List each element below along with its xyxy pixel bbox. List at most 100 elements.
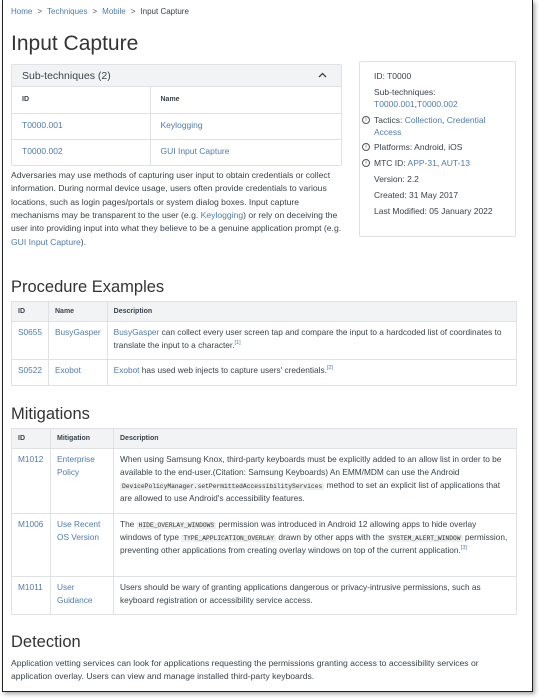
breadcrumb-current: Input Capture xyxy=(140,7,189,16)
procedure-desc-text: has used web injects to capture users' c… xyxy=(139,365,327,375)
col-description-header: Description xyxy=(113,428,517,449)
citation-link[interactable]: [3] xyxy=(461,545,467,551)
procedure-desc-link[interactable]: BusyGasper xyxy=(114,327,160,337)
info-icon[interactable]: i xyxy=(362,115,370,124)
subtechniques-panel: Sub-techniques (2) ID Name T0000.001 Key… xyxy=(11,64,342,166)
mitigation-desc-text: The xyxy=(120,519,137,529)
procedure-desc-link[interactable]: Exobot xyxy=(114,365,140,375)
mitigation-description: When using Samsung Knox, third-party key… xyxy=(113,448,517,514)
card-modified-label: Last Modified: xyxy=(374,206,427,217)
breadcrumb-home-link[interactable]: Home xyxy=(11,7,32,16)
col-description-header: Description xyxy=(107,301,517,322)
code-snippet: TYPE_APPLICATION_OVERLAY xyxy=(181,534,277,542)
keylogging-link[interactable]: Keylogging xyxy=(201,210,244,220)
table-row: T0000.001 Keylogging xyxy=(12,113,341,140)
card-id-label: ID: xyxy=(374,71,385,81)
mitigation-desc-text: drawn by other apps with the xyxy=(276,531,387,542)
mitigation-description: Users should be wary of granting applica… xyxy=(114,577,517,615)
col-id-header: ID xyxy=(11,428,51,449)
breadcrumb-separator: > xyxy=(37,7,43,16)
procedure-examples-table: ID Name Description S0655 BusyGasper Bus… xyxy=(11,301,517,386)
mitigation-id-link[interactable]: M1006 xyxy=(18,519,43,529)
procedure-name-link[interactable]: Exobot xyxy=(55,365,81,375)
mtc-id-link[interactable]: AUT-13 xyxy=(441,158,470,168)
card-modified: Last Modified: 05 January 2022 xyxy=(374,206,505,218)
mitigation-name-link[interactable]: User Guidance xyxy=(57,582,93,605)
procedure-description: Exobot has used web injects to capture u… xyxy=(107,360,516,386)
detection-heading: Detection xyxy=(11,633,81,651)
card-tactics-label: Tactics: xyxy=(374,114,403,125)
info-icon[interactable]: i xyxy=(362,159,370,168)
table-header-row: ID Mitigation Description xyxy=(11,428,517,449)
chevron-up-icon xyxy=(318,69,327,83)
card-version-label: Version: xyxy=(374,174,405,185)
mitigations-table: ID Mitigation Description M1012 Enterpri… xyxy=(11,428,517,615)
mitigation-id-link[interactable]: M1011 xyxy=(18,582,43,592)
code-snippet: HIDE_OVERLAY_WINDOWS xyxy=(136,522,217,529)
breadcrumb-separator: > xyxy=(130,7,136,16)
card-tactics: i Tactics: Collection, Credential Access xyxy=(362,114,505,139)
col-id-header: ID xyxy=(12,87,151,114)
technique-info-card: ID: T0000 Sub-techniques: T0000.001,T0000… xyxy=(359,61,516,237)
subtechnique-name-link[interactable]: GUI Input Capture xyxy=(161,146,230,156)
subtechniques-toggle[interactable]: Sub-techniques (2) xyxy=(12,65,341,87)
technique-description: Adversaries may use methods of capturing… xyxy=(11,169,344,249)
procedure-id-link[interactable]: S0655 xyxy=(18,327,42,337)
subtechnique-id-link[interactable]: T0000.002 xyxy=(22,146,63,156)
card-subtech-link[interactable]: T0000.002 xyxy=(417,99,458,109)
card-created: Created: 31 May 2017 xyxy=(374,190,505,202)
mitigation-desc-text: When using Samsung Knox, third-party key… xyxy=(120,454,502,477)
table-row: M1012 Enterprise Policy When using Samsu… xyxy=(11,448,517,514)
info-icon[interactable]: i xyxy=(362,143,370,152)
subtechnique-name-link[interactable]: Keylogging xyxy=(161,120,203,130)
procedure-id-link[interactable]: S0522 xyxy=(18,365,42,375)
card-subtech-label: Sub-techniques: xyxy=(374,86,436,97)
breadcrumb: Home > Techniques > Mobile > Input Capture xyxy=(11,6,189,17)
breadcrumb-separator: > xyxy=(92,7,98,16)
procedure-name-link[interactable]: BusyGasper xyxy=(55,327,101,337)
page-title: Input Capture xyxy=(11,32,139,55)
table-row: T0000.002 GUI Input Capture xyxy=(12,139,341,165)
card-id: ID: T0000 xyxy=(374,71,505,83)
col-name-header: Name xyxy=(48,301,108,322)
mitigation-description: The HIDE_OVERLAY_WINDOWS permission was … xyxy=(113,513,517,577)
subtechniques-header: Sub-techniques (2) xyxy=(22,70,111,82)
breadcrumb-techniques-link[interactable]: Techniques xyxy=(47,7,87,16)
card-mtc-label: MTC ID: xyxy=(374,158,406,169)
col-name-header: Name xyxy=(150,87,341,114)
card-subtech-link[interactable]: T0000.001 xyxy=(374,99,415,109)
table-row: M1011 User Guidance Users should be wary… xyxy=(11,576,517,615)
page-frame: Home > Techniques > Mobile > Input Capture Inp… xyxy=(2,0,533,692)
card-created-label: Created: xyxy=(374,190,407,201)
card-platforms-label: Platforms: xyxy=(374,142,413,153)
mtc-id-link[interactable]: APP-31 xyxy=(408,158,437,168)
citation-link[interactable]: [1] xyxy=(235,340,241,346)
card-platforms-value: Android, iOS xyxy=(414,142,463,153)
card-subtechniques: Sub-techniques: T0000.001,T0000.002 xyxy=(374,87,505,111)
card-platforms: i Platforms: Android, iOS xyxy=(362,142,505,154)
mitigation-id-link[interactable]: M1012 xyxy=(18,454,43,464)
mitigation-name-link[interactable]: Enterprise Policy xyxy=(57,454,95,477)
card-modified-value: 05 January 2022 xyxy=(429,206,493,217)
procedure-examples-heading: Procedure Examples xyxy=(11,278,165,296)
code-snippet: SYSTEM_ALERT_WINDOW xyxy=(386,534,463,542)
card-mtc-id: i MTC ID: APP-31, AUT-13 xyxy=(362,158,505,170)
table-header-row: ID Name xyxy=(12,87,341,114)
mitigations-heading: Mitigations xyxy=(11,405,90,423)
gui-input-capture-link[interactable]: GUI Input Capture xyxy=(11,237,81,247)
mitigation-name-link[interactable]: Use Recent OS Version xyxy=(57,519,100,542)
card-version-value: 2.2 xyxy=(407,174,419,185)
procedure-description: BusyGasper can collect every user screen… xyxy=(107,321,517,360)
card-created-value: 31 May 2017 xyxy=(408,190,459,201)
col-id-header: ID xyxy=(11,301,49,322)
table-row: S0655 BusyGasper BusyGasper can collect … xyxy=(11,321,517,360)
subtechniques-table: ID Name T0000.001 Keylogging T0000.002 G… xyxy=(12,87,341,165)
card-version: Version: 2.2 xyxy=(374,174,505,186)
card-id-value: T0000 xyxy=(387,71,412,81)
breadcrumb-mobile-link[interactable]: Mobile xyxy=(102,7,126,16)
tactic-collection-link[interactable]: Collection xyxy=(405,115,442,125)
citation-link[interactable]: [2] xyxy=(327,365,333,371)
detection-text: Application vetting services can look fo… xyxy=(11,658,479,682)
subtechnique-id-link[interactable]: T0000.001 xyxy=(22,120,63,130)
description-text: ). xyxy=(80,236,86,247)
